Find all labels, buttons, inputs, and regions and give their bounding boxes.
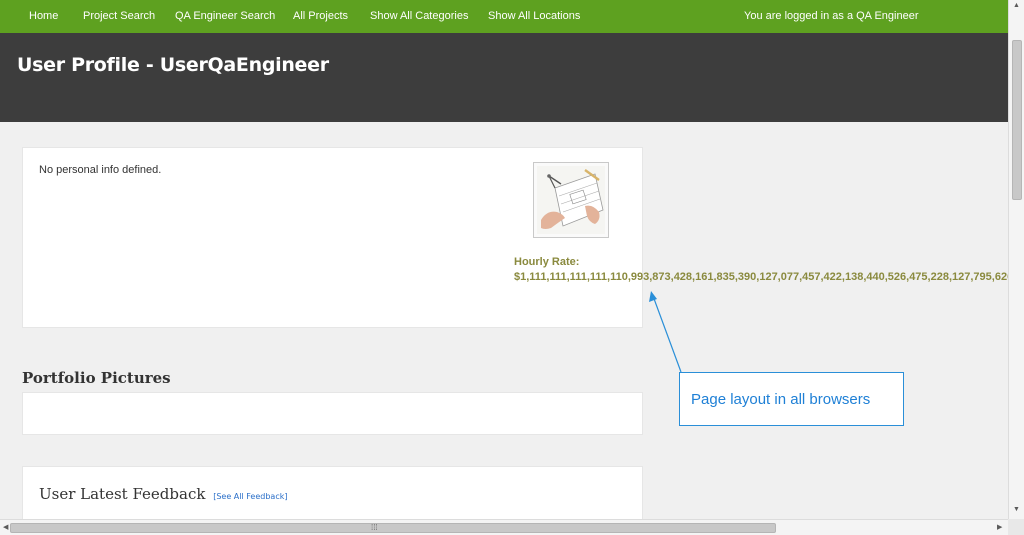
nav-show-all-categories-link[interactable]: Show All Categories: [370, 10, 468, 22]
vertical-scroll-thumb[interactable]: [1012, 40, 1022, 200]
page-header: User Profile - UserQaEngineer: [0, 33, 1008, 122]
login-status-text: You are logged in as a QA Engineer: [744, 10, 919, 22]
profile-photo: [533, 162, 609, 238]
horizontal-scrollbar[interactable]: ◀ ⁞⁞⁞ ▶: [0, 519, 1008, 535]
top-nav-bar: Home Project Search QA Engineer Search A…: [0, 0, 1008, 33]
vertical-scrollbar[interactable]: ▲ ▼: [1008, 0, 1024, 519]
scroll-up-icon[interactable]: ▲: [1013, 2, 1020, 9]
portfolio-panel: [22, 392, 643, 435]
feedback-heading: User Latest Feedback: [39, 485, 206, 503]
annotation-callout: Page layout in all browsers: [679, 372, 904, 426]
scroll-left-icon[interactable]: ◀: [3, 523, 8, 531]
profile-info-panel: No personal info defined. Hourly Rate: $…: [22, 147, 1016, 328]
scrollbar-corner: [1008, 519, 1024, 535]
link-bracket-close: ]: [284, 492, 288, 501]
annotation-callout-text: Page layout in all browsers: [691, 391, 871, 408]
portfolio-heading: Portfolio Pictures: [22, 369, 171, 387]
nav-qa-engineer-search-link[interactable]: QA Engineer Search: [175, 10, 275, 22]
hourly-rate-value: $1,111,111,111,111,110,993,873,428,161,8…: [514, 271, 1017, 283]
see-all-feedback-link[interactable]: [See All Feedback]: [213, 492, 287, 501]
page-title: User Profile - UserQaEngineer: [17, 54, 329, 76]
personal-info-text: No personal info defined.: [39, 164, 162, 176]
see-all-feedback-label[interactable]: See All Feedback: [216, 492, 284, 501]
scroll-down-icon[interactable]: ▼: [1013, 506, 1020, 513]
feedback-panel: User Latest Feedback [See All Feedback]: [22, 466, 643, 526]
scroll-grip-icon: ⁞⁞⁞: [371, 523, 378, 532]
feedback-heading-row: User Latest Feedback [See All Feedback]: [39, 485, 288, 503]
drafting-hands-photo-icon: [537, 166, 605, 234]
scroll-right-icon[interactable]: ▶: [997, 523, 1002, 531]
hourly-rate-label: Hourly Rate:: [514, 256, 580, 268]
nav-all-projects-link[interactable]: All Projects: [293, 10, 348, 22]
horizontal-scroll-thumb[interactable]: ⁞⁞⁞: [10, 523, 776, 533]
nav-project-search-link[interactable]: Project Search: [83, 10, 155, 22]
nav-home-link[interactable]: Home: [29, 10, 58, 22]
callout-arrow-icon: [649, 291, 682, 373]
nav-show-all-locations-link[interactable]: Show All Locations: [488, 10, 580, 22]
